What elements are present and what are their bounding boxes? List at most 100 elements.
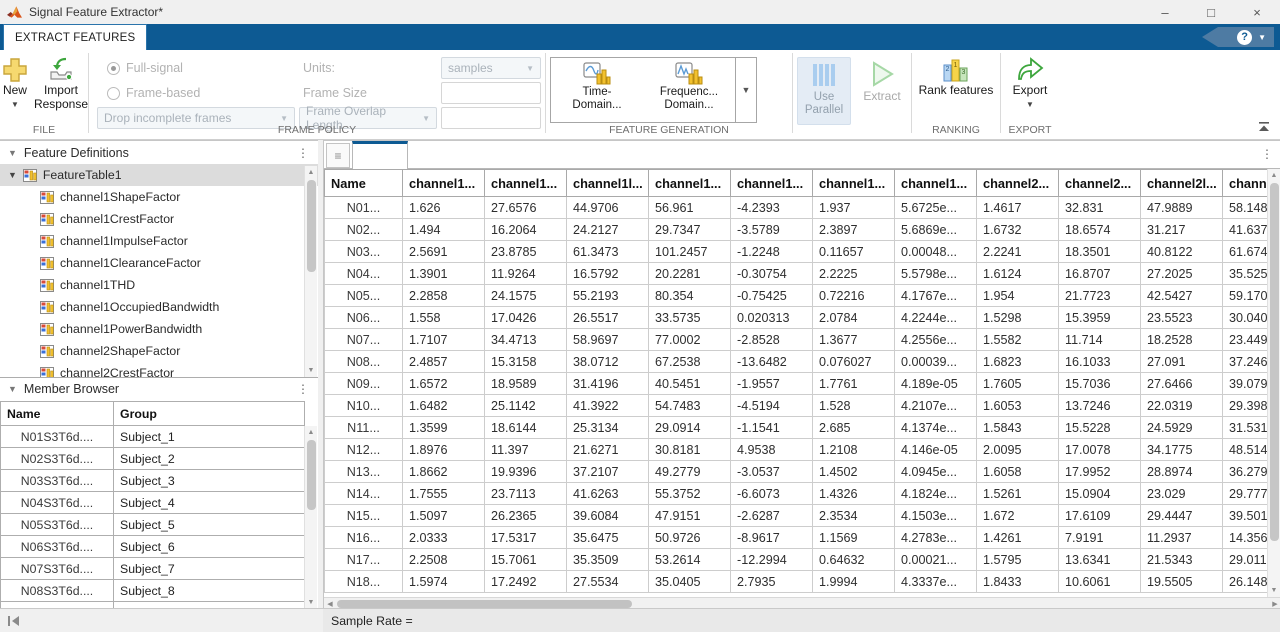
tree-item[interactable]: channel2ShapeFactor [0,340,318,362]
value-cell[interactable]: 11.397 [485,439,567,461]
value-cell[interactable]: 22.0319 [1141,395,1223,417]
value-cell[interactable]: 29.0914 [649,417,731,439]
value-cell[interactable]: 37.2107 [567,461,649,483]
table-row[interactable]: N07...1.710734.471358.969777.0002-2.8528… [325,329,1280,351]
value-cell[interactable]: 10.6061 [1059,571,1141,593]
value-cell[interactable]: 25.1142 [485,395,567,417]
value-cell[interactable]: 1.4502 [813,461,895,483]
row-name-cell[interactable]: N08... [325,351,403,373]
value-cell[interactable]: 1.954 [977,285,1059,307]
value-cell[interactable]: 24.2127 [567,219,649,241]
row-name-cell[interactable]: N12... [325,439,403,461]
value-cell[interactable]: 24.1575 [485,285,567,307]
time-domain-features-button[interactable]: Time- Domain... [551,58,643,122]
expander-icon[interactable]: ▼ [8,170,17,180]
value-cell[interactable]: -1.2248 [731,241,813,263]
member-group-cell[interactable]: Subject_3 [114,470,305,492]
row-name-cell[interactable]: N10... [325,395,403,417]
column-header[interactable]: Name [325,170,403,197]
value-cell[interactable]: 47.9151 [649,505,731,527]
column-header[interactable]: channel2... [977,170,1059,197]
value-cell[interactable]: 18.3501 [1059,241,1141,263]
column-header[interactable]: channel1... [485,170,567,197]
table-row[interactable]: N06...1.55817.042626.551733.57350.020313… [325,307,1280,329]
column-header[interactable]: channel1... [731,170,813,197]
value-cell[interactable]: -6.6073 [731,483,813,505]
member-group-cell[interactable]: Subject_8 [114,580,305,602]
value-cell[interactable]: 1.6732 [977,219,1059,241]
row-name-cell[interactable]: N06... [325,307,403,329]
value-cell[interactable]: 2.0784 [813,307,895,329]
row-name-cell[interactable]: N03... [325,241,403,263]
value-cell[interactable]: 1.1569 [813,527,895,549]
value-cell[interactable]: 7.9191 [1059,527,1141,549]
value-cell[interactable]: 4.1374e... [895,417,977,439]
value-cell[interactable]: 15.3158 [485,351,567,373]
value-cell[interactable]: 1.5261 [977,483,1059,505]
value-cell[interactable]: 23.5523 [1141,307,1223,329]
value-cell[interactable]: 49.2779 [649,461,731,483]
value-cell[interactable]: 2.0333 [403,527,485,549]
value-cell[interactable]: 58.9697 [567,329,649,351]
member-name-cell[interactable]: N05S3T6d.... [1,514,114,536]
table-row[interactable]: N14...1.755523.711341.626355.3752-6.6073… [325,483,1280,505]
row-name-cell[interactable]: N01... [325,197,403,219]
value-cell[interactable]: 1.4326 [813,483,895,505]
member-name-cell[interactable]: N03S3T6d.... [1,470,114,492]
value-cell[interactable]: 1.5298 [977,307,1059,329]
value-cell[interactable]: 40.5451 [649,373,731,395]
value-cell[interactable]: 17.5317 [485,527,567,549]
value-cell[interactable]: 4.2556e... [895,329,977,351]
value-cell[interactable]: 21.7723 [1059,285,1141,307]
value-cell[interactable]: 1.8662 [403,461,485,483]
scrollbar-thumb[interactable] [1270,183,1279,541]
row-name-cell[interactable]: N13... [325,461,403,483]
tree-item[interactable]: channel1THD [0,274,318,296]
value-cell[interactable]: 2.4857 [403,351,485,373]
value-cell[interactable]: 1.3677 [813,329,895,351]
value-cell[interactable]: 16.8707 [1059,263,1141,285]
close-button[interactable]: × [1234,0,1280,24]
collapse-toolstrip-button[interactable] [1258,122,1270,131]
value-cell[interactable]: 11.2937 [1141,527,1223,549]
value-cell[interactable]: 0.72216 [813,285,895,307]
scrollbar-thumb[interactable] [337,600,632,608]
kebab-menu-icon[interactable]: ⋮ [297,382,309,396]
value-cell[interactable]: 11.9264 [485,263,567,285]
value-cell[interactable]: 19.9396 [485,461,567,483]
value-cell[interactable]: 0.00048... [895,241,977,263]
value-cell[interactable]: 1.6572 [403,373,485,395]
value-cell[interactable]: 29.7347 [649,219,731,241]
value-cell[interactable]: 15.7036 [1059,373,1141,395]
table-row[interactable]: N15...1.509726.236539.608447.9151-2.6287… [325,505,1280,527]
row-name-cell[interactable]: N15... [325,505,403,527]
value-cell[interactable]: 1.5843 [977,417,1059,439]
value-cell[interactable]: 1.6482 [403,395,485,417]
member-name-cell[interactable]: N01S3T6d.... [1,426,114,448]
value-cell[interactable]: 26.5517 [567,307,649,329]
scroll-up-icon[interactable]: ▲ [305,166,317,179]
value-cell[interactable]: 0.64632 [813,549,895,571]
value-cell[interactable]: 53.2614 [649,549,731,571]
member-row[interactable]: N02S3T6d....Subject_2 [1,448,305,470]
tree-scrollbar[interactable]: ▲ ▼ [304,166,317,377]
value-cell[interactable]: 1.5097 [403,505,485,527]
scroll-up-icon[interactable]: ▲ [305,426,317,439]
value-cell[interactable]: -4.5194 [731,395,813,417]
value-cell[interactable]: 20.2281 [649,263,731,285]
value-cell[interactable]: 1.3599 [403,417,485,439]
value-cell[interactable]: 50.9726 [649,527,731,549]
value-cell[interactable]: 1.6053 [977,395,1059,417]
value-cell[interactable]: 18.9589 [485,373,567,395]
column-header[interactable]: channel1... [649,170,731,197]
row-name-cell[interactable]: N17... [325,549,403,571]
value-cell[interactable]: 2.685 [813,417,895,439]
value-cell[interactable]: 1.6823 [977,351,1059,373]
value-cell[interactable]: -1.9557 [731,373,813,395]
value-cell[interactable]: 4.1767e... [895,285,977,307]
value-cell[interactable]: 61.3473 [567,241,649,263]
value-cell[interactable]: 32.831 [1059,197,1141,219]
value-cell[interactable]: 5.6869e... [895,219,977,241]
value-cell[interactable]: 27.6466 [1141,373,1223,395]
value-cell[interactable]: 23.7113 [485,483,567,505]
